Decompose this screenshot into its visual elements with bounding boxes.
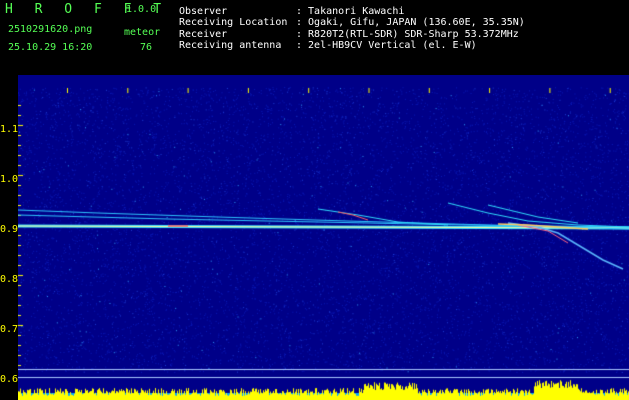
header-panel: H R O F F T 1.0.0 2510291620.png 25.10.2… xyxy=(0,0,629,91)
meteor-label: meteor xyxy=(124,27,161,38)
freq-tick: 0.6 xyxy=(0,374,19,385)
spectrogram-canvas xyxy=(18,75,629,400)
observer-value: : Takanori Kawachi xyxy=(296,6,405,17)
receiver-value: : R820T2(RTL-SDR) SDR-Sharp 53.372MHz xyxy=(296,29,519,40)
antenna-key: Receiving antenna xyxy=(179,40,282,51)
freq-tick: 0.7 xyxy=(0,324,19,335)
location-key: Receiving Location xyxy=(179,17,288,28)
receiver-key: Receiver xyxy=(179,29,228,40)
location-value: : Ogaki, Gifu, JAPAN (136.60E, 35.35N) xyxy=(296,17,525,28)
freq-tick: 0.9 xyxy=(0,224,19,235)
freq-tick: 1.0 xyxy=(0,174,19,185)
file-datetime: 25.10.29 16:20 xyxy=(8,42,93,53)
file-name: 2510291620.png xyxy=(8,24,93,35)
app-version: 1.0.0 xyxy=(126,4,157,15)
freq-tick: 1.1 xyxy=(0,124,19,135)
freq-tick: 0.8 xyxy=(0,274,19,285)
meteor-count: 76 xyxy=(140,42,153,53)
antenna-value: : 2el-HB9CV Vertical (el. E-W) xyxy=(296,40,477,51)
observer-key: Observer xyxy=(179,6,228,17)
